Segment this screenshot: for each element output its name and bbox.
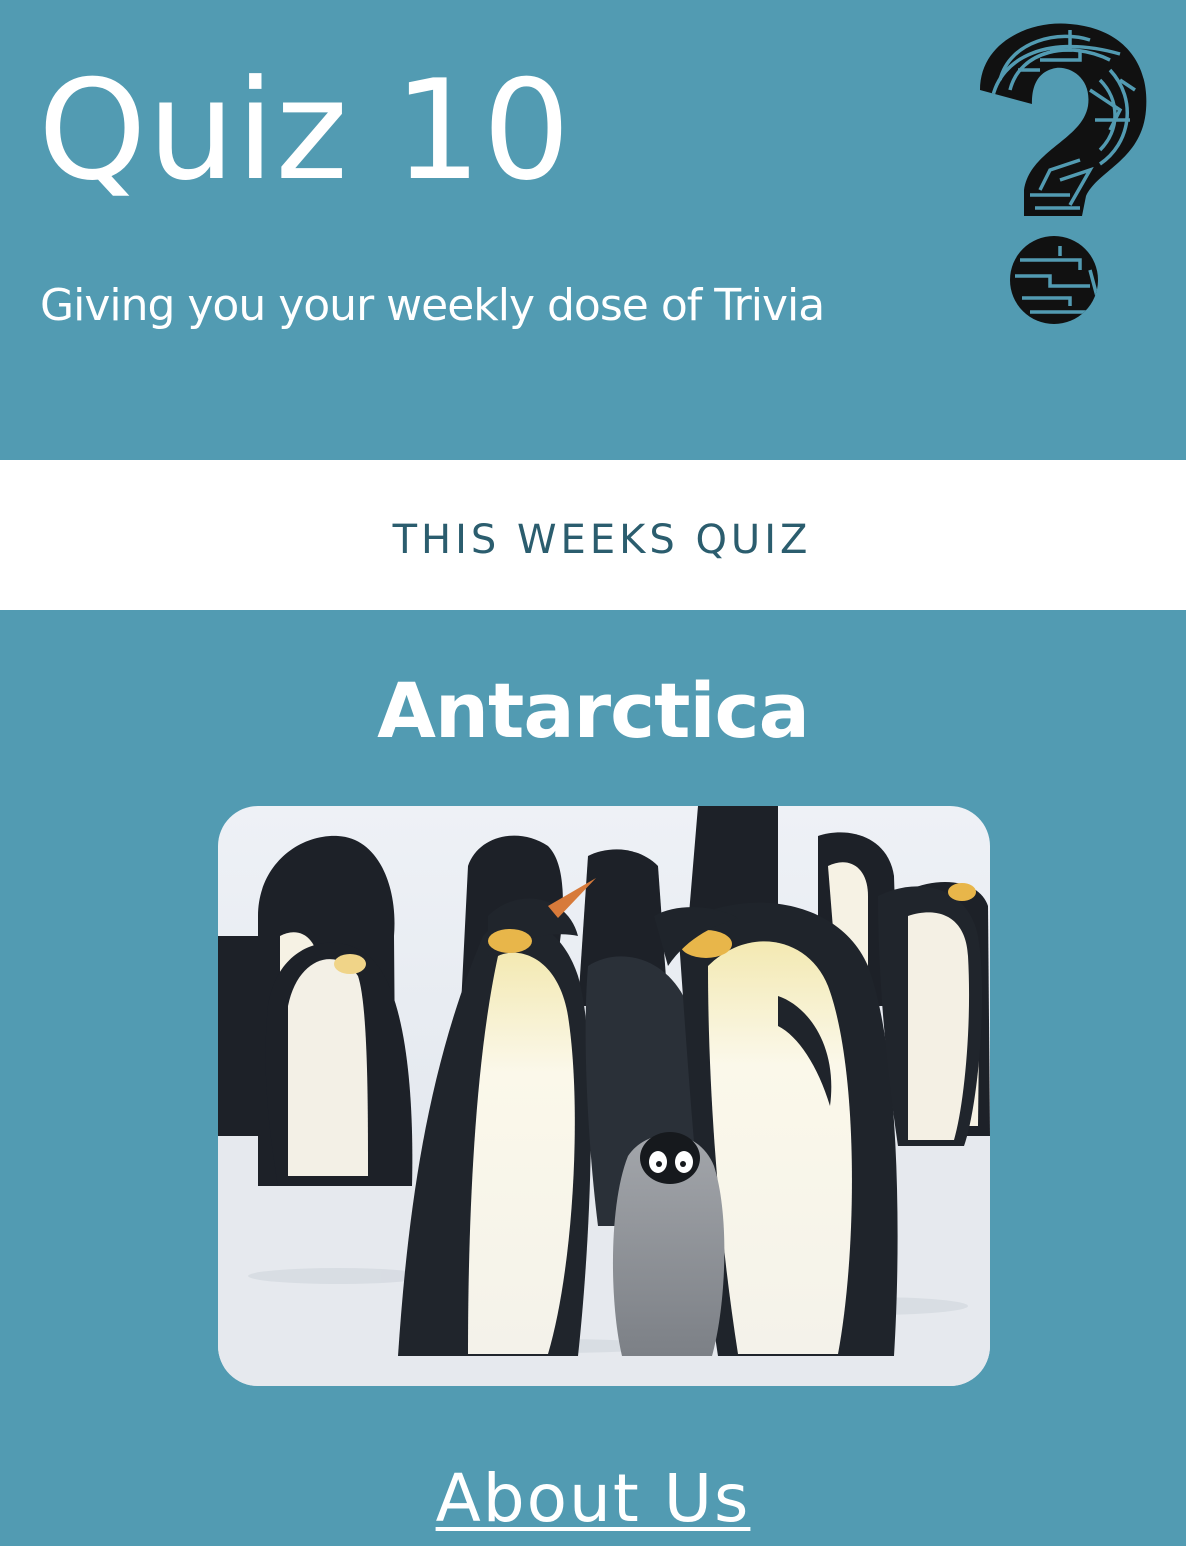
penguins-photo [218,806,990,1386]
section-band: THIS WEEKS QUIZ [0,460,1186,610]
quiz-title: Antarctica [377,666,810,755]
page-title: Quiz 10 [38,50,572,211]
site-header: Quiz 10 Giving you your weekly dose of T… [0,0,1186,460]
maze-question-mark-icon [980,23,1147,324]
section-heading: THIS WEEKS QUIZ [392,517,812,563]
quiz-section: Antarctica About Us [0,610,1186,1546]
tagline: Giving you your weekly dose of Trivia [40,280,825,331]
about-us-link[interactable]: About Us [0,1460,1186,1537]
penguins-illustration [218,806,990,1386]
